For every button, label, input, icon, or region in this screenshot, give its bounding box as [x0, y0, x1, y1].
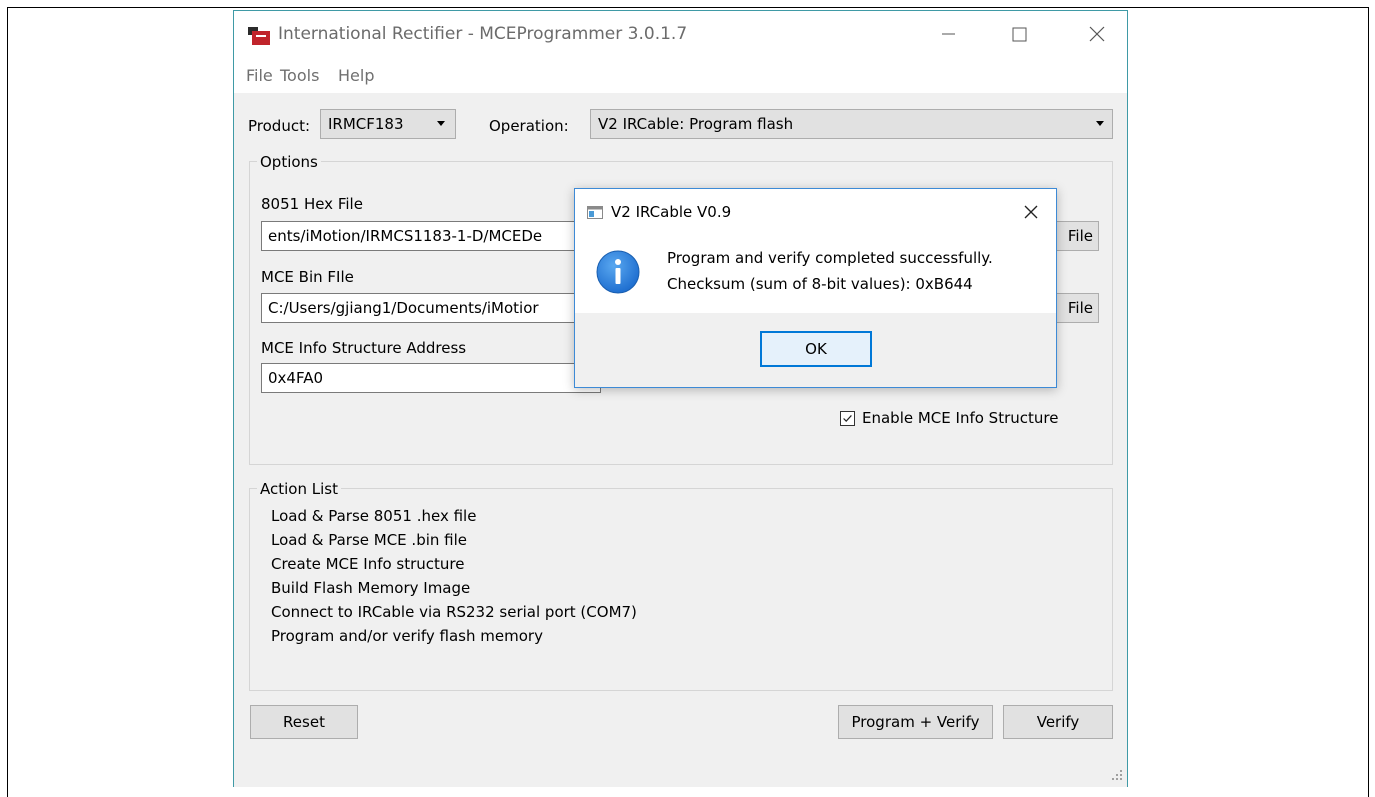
- bin-file-label: MCE Bin FIle: [261, 268, 354, 286]
- minimize-icon[interactable]: [928, 21, 968, 47]
- hex-file-label: 8051 Hex File: [261, 195, 363, 213]
- close-icon[interactable]: [1077, 21, 1117, 47]
- verify-button-label: Verify: [1036, 713, 1080, 731]
- maximize-icon[interactable]: [999, 21, 1039, 47]
- action-item: Build Flash Memory Image: [271, 579, 471, 597]
- window-title: International Rectifier - MCEProgrammer …: [278, 24, 688, 44]
- chevron-down-icon: [1096, 121, 1104, 126]
- operation-label: Operation:: [489, 117, 569, 135]
- verify-button[interactable]: Verify: [1003, 705, 1113, 739]
- menu-help[interactable]: Help: [338, 66, 374, 85]
- program-verify-button[interactable]: Program + Verify: [838, 705, 993, 739]
- action-item: Create MCE Info structure: [271, 555, 465, 573]
- menu-tools[interactable]: Tools: [280, 66, 319, 85]
- operation-select-value: V2 IRCable: Program flash: [598, 115, 794, 133]
- bin-file-browse-label: File: [1067, 299, 1093, 317]
- action-item: Program and/or verify flash memory: [271, 627, 543, 645]
- checkbox-checked-icon: [840, 411, 855, 426]
- product-label: Product:: [248, 117, 311, 135]
- dialog-content: V2 IRCable V0.9 Program and verify compl…: [575, 189, 1056, 313]
- dialog-window-icon: [587, 206, 603, 219]
- hex-file-browse-label: File: [1067, 227, 1093, 245]
- info-address-value: 0x4FA0: [268, 369, 324, 387]
- menu-file[interactable]: File: [246, 66, 273, 85]
- reset-button-label: Reset: [283, 713, 325, 731]
- action-item: Connect to IRCable via RS232 serial port…: [271, 603, 637, 621]
- reset-button[interactable]: Reset: [250, 705, 358, 739]
- product-select[interactable]: IRMCF183: [320, 109, 456, 139]
- resize-grip-icon[interactable]: [1111, 769, 1123, 781]
- close-icon[interactable]: [1019, 200, 1043, 224]
- hex-file-input[interactable]: ents/iMotion/IRMCS1183-1-D/MCEDe: [261, 221, 601, 251]
- ok-button[interactable]: OK: [760, 331, 872, 367]
- product-select-value: IRMCF183: [328, 115, 404, 133]
- action-item: Load & Parse MCE .bin file: [271, 531, 467, 549]
- info-address-input[interactable]: 0x4FA0: [261, 363, 601, 393]
- enable-info-label: Enable MCE Info Structure: [862, 409, 1059, 427]
- dialog-title: V2 IRCable V0.9: [611, 203, 732, 221]
- ok-button-label: OK: [805, 340, 827, 358]
- main-window: International Rectifier - MCEProgrammer …: [233, 10, 1128, 787]
- dialog-message-line1: Program and verify completed successfull…: [667, 249, 993, 267]
- dialog-message-line2: Checksum (sum of 8-bit values): 0xB644: [667, 275, 973, 293]
- enable-info-checkbox[interactable]: Enable MCE Info Structure: [840, 409, 1100, 431]
- operation-select[interactable]: V2 IRCable: Program flash: [590, 109, 1113, 139]
- bin-file-value: C:/Users/gjiang1/Documents/iMotior: [268, 299, 539, 317]
- action-item: Load & Parse 8051 .hex file: [271, 507, 477, 525]
- chevron-down-icon: [437, 121, 445, 126]
- bin-file-input[interactable]: C:/Users/gjiang1/Documents/iMotior: [261, 293, 601, 323]
- menu-bar: File Tools Help: [234, 57, 1127, 93]
- hex-file-value: ents/iMotion/IRMCS1183-1-D/MCEDe: [268, 227, 543, 245]
- info-address-label: MCE Info Structure Address: [261, 339, 467, 357]
- action-list-title: Action List: [257, 480, 341, 498]
- message-dialog: V2 IRCable V0.9 Program and verify compl…: [574, 188, 1057, 388]
- app-logo-icon: [248, 27, 270, 45]
- program-verify-button-label: Program + Verify: [851, 713, 980, 731]
- title-bar: International Rectifier - MCEProgrammer …: [234, 11, 1127, 57]
- info-icon: [596, 250, 640, 294]
- options-title: Options: [257, 153, 321, 171]
